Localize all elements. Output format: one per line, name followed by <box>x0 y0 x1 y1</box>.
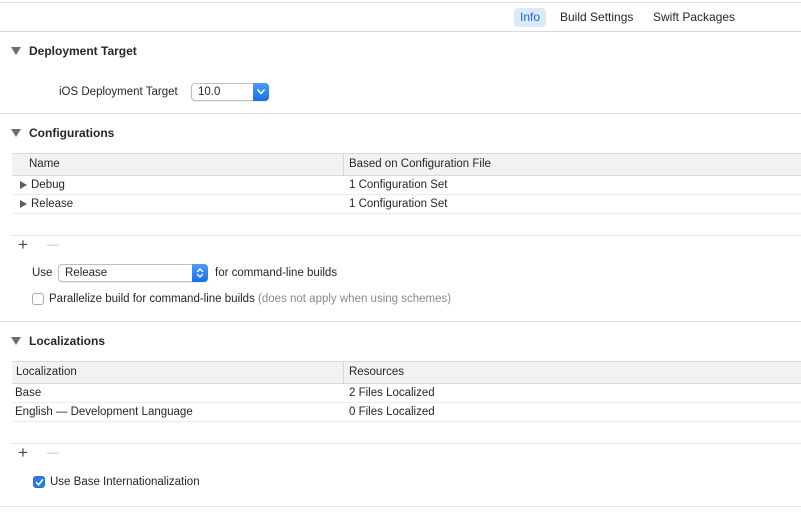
editor-tab-bar: Info Build Settings Swift Packages <box>0 3 801 32</box>
localization-resources: 2 Files Localized <box>349 387 435 399</box>
table-header: Localization Resources <box>12 361 801 384</box>
tab-info[interactable]: Info <box>514 8 547 27</box>
add-localization-button[interactable]: + <box>18 444 28 461</box>
config-file: 1 Configuration Set <box>349 198 448 210</box>
localization-resources: 0 Files Localized <box>349 406 435 418</box>
chevron-down-icon <box>257 89 265 95</box>
combobox-dropdown-button[interactable] <box>253 83 269 101</box>
section-divider <box>0 113 801 114</box>
localizations-header[interactable]: Localizations <box>0 332 801 350</box>
disclosure-triangle-icon[interactable] <box>11 337 21 345</box>
command-line-builds-label: for command-line builds <box>215 267 338 279</box>
remove-configuration-button[interactable]: — <box>47 236 59 253</box>
parallelize-text: Parallelize build for command-line build… <box>49 293 255 305</box>
config-name: Debug <box>31 179 65 191</box>
ios-deployment-target-label: iOS Deployment Target <box>59 86 178 98</box>
table-header: Name Based on Configuration File <box>12 153 801 176</box>
base-internationalization-checkbox[interactable] <box>33 476 45 488</box>
parallelize-note: (does not apply when using schemes) <box>258 293 452 305</box>
parallelize-label: Parallelize build for command-line build… <box>49 293 451 305</box>
ios-deployment-target-combobox[interactable]: 10.0 <box>191 83 269 101</box>
disclosure-triangle-icon[interactable] <box>20 200 27 208</box>
checkmark-icon <box>35 479 44 486</box>
section-title: Configurations <box>29 126 115 140</box>
table-row[interactable]: Base 2 Files Localized <box>12 384 801 403</box>
column-separator <box>343 362 344 383</box>
disclosure-triangle-icon[interactable] <box>11 47 21 55</box>
section-title: Localizations <box>29 334 106 348</box>
tab-build-settings[interactable]: Build Settings <box>554 8 639 27</box>
table-row[interactable]: Release 1 Configuration Set <box>12 195 801 214</box>
section-divider <box>0 321 801 322</box>
section-divider <box>0 506 801 507</box>
remove-localization-button[interactable]: — <box>47 444 59 461</box>
deployment-target-header[interactable]: Deployment Target <box>0 42 801 60</box>
disclosure-triangle-icon[interactable] <box>20 181 27 189</box>
column-header-name[interactable]: Name <box>29 154 60 175</box>
section-title: Deployment Target <box>29 44 137 58</box>
popup-value: Release <box>65 267 108 279</box>
tab-swift-packages[interactable]: Swift Packages <box>647 8 741 27</box>
column-separator <box>343 154 344 175</box>
localization-name: English — Development Language <box>15 406 193 418</box>
add-configuration-button[interactable]: + <box>18 236 28 253</box>
table-row[interactable]: Debug 1 Configuration Set <box>12 176 801 195</box>
configurations-header[interactable]: Configurations <box>0 124 801 142</box>
up-down-chevrons-icon <box>196 268 204 278</box>
parallelize-checkbox[interactable] <box>32 293 44 305</box>
column-header-localization[interactable]: Localization <box>16 362 77 383</box>
configurations-table: Name Based on Configuration File Debug 1… <box>12 153 801 217</box>
column-header-resources[interactable]: Resources <box>349 362 404 383</box>
table-bottom-border <box>12 235 801 236</box>
popup-stepper-button[interactable] <box>192 264 208 282</box>
base-internationalization-label: Use Base Internationalization <box>50 476 200 488</box>
localizations-table: Localization Resources Base 2 Files Loca… <box>12 361 801 425</box>
config-name: Release <box>31 198 74 210</box>
use-label: Use <box>32 267 53 279</box>
command-line-config-popup[interactable]: Release <box>58 264 208 282</box>
column-header-config-file[interactable]: Based on Configuration File <box>349 154 491 175</box>
localization-name: Base <box>15 387 42 399</box>
config-file: 1 Configuration Set <box>349 179 448 191</box>
table-row[interactable]: English — Development Language 0 Files L… <box>12 403 801 422</box>
combobox-value: 10.0 <box>198 86 221 98</box>
table-bottom-border <box>12 443 801 444</box>
disclosure-triangle-icon[interactable] <box>11 129 21 137</box>
